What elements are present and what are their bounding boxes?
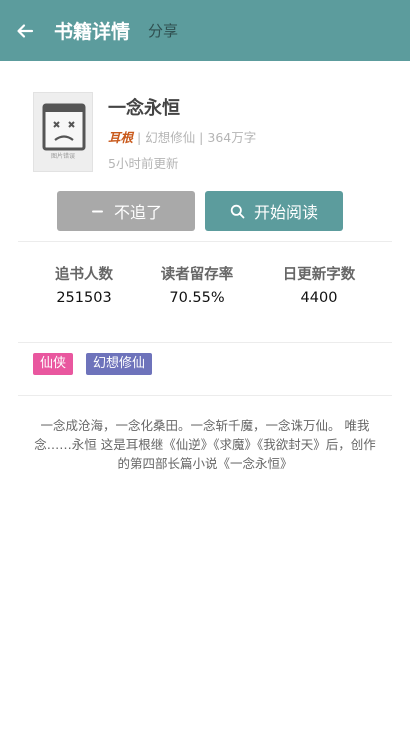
tag-xianxia[interactable]: 仙侠 — [33, 353, 74, 375]
book-word-count: 364万字 — [207, 130, 257, 145]
divider — [18, 241, 392, 242]
start-reading-button[interactable]: 开始阅读 — [205, 191, 343, 231]
stat-retention: 读者留存率 70.55% — [137, 263, 257, 306]
book-title: 一念永恒 — [108, 98, 180, 119]
book-update-time: 5小时前更新 — [108, 156, 179, 171]
page-title: 书籍详情 — [54, 21, 131, 43]
book-header: 图片错误 一念永恒 耳根 | 幻想修仙 | 364万字 5小时前更新 — [33, 92, 393, 172]
stat-label: 追书人数 — [55, 267, 113, 283]
divider — [18, 395, 392, 396]
stat-value: 4400 — [300, 290, 338, 306]
book-meta: 耳根 | 幻想修仙 | 364万字 — [108, 127, 256, 146]
top-app-bar: 书籍详情 分享 — [0, 0, 410, 61]
arrow-left-icon — [17, 23, 34, 38]
book-summary: 一念成沧海，一念化桑田。一念斩千魔，一念诛万仙。 唯我念……永恒 这是耳根继《仙… — [34, 418, 376, 471]
stat-daily-words: 日更新字数 4400 — [259, 263, 379, 306]
start-reading-label: 开始阅读 — [253, 203, 318, 222]
stat-label: 日更新字数 — [282, 267, 356, 283]
stat-label: 读者留存率 — [160, 267, 234, 283]
back-button[interactable] — [0, 0, 50, 61]
search-icon — [230, 204, 245, 219]
book-cover[interactable]: 图片错误 — [33, 92, 93, 172]
book-author-link[interactable]: 耳根 — [108, 130, 133, 145]
stat-value: 251503 — [56, 290, 112, 306]
share-button[interactable]: 分享 — [148, 20, 178, 41]
unfollow-label: 不追了 — [113, 203, 162, 222]
stat-followers: 追书人数 251503 — [24, 263, 144, 306]
book-genre: 幻想修仙 — [145, 130, 196, 145]
meta-separator: | — [133, 130, 146, 145]
cover-placeholder-text: 图片错误 — [50, 153, 75, 160]
unfollow-button[interactable]: 不追了 — [57, 191, 195, 231]
meta-separator: | — [195, 130, 208, 145]
divider — [18, 342, 392, 343]
tag-fantasy-cultivation[interactable]: 幻想修仙 — [86, 353, 153, 375]
minus-icon — [90, 204, 105, 219]
stat-value: 70.55% — [169, 290, 225, 306]
